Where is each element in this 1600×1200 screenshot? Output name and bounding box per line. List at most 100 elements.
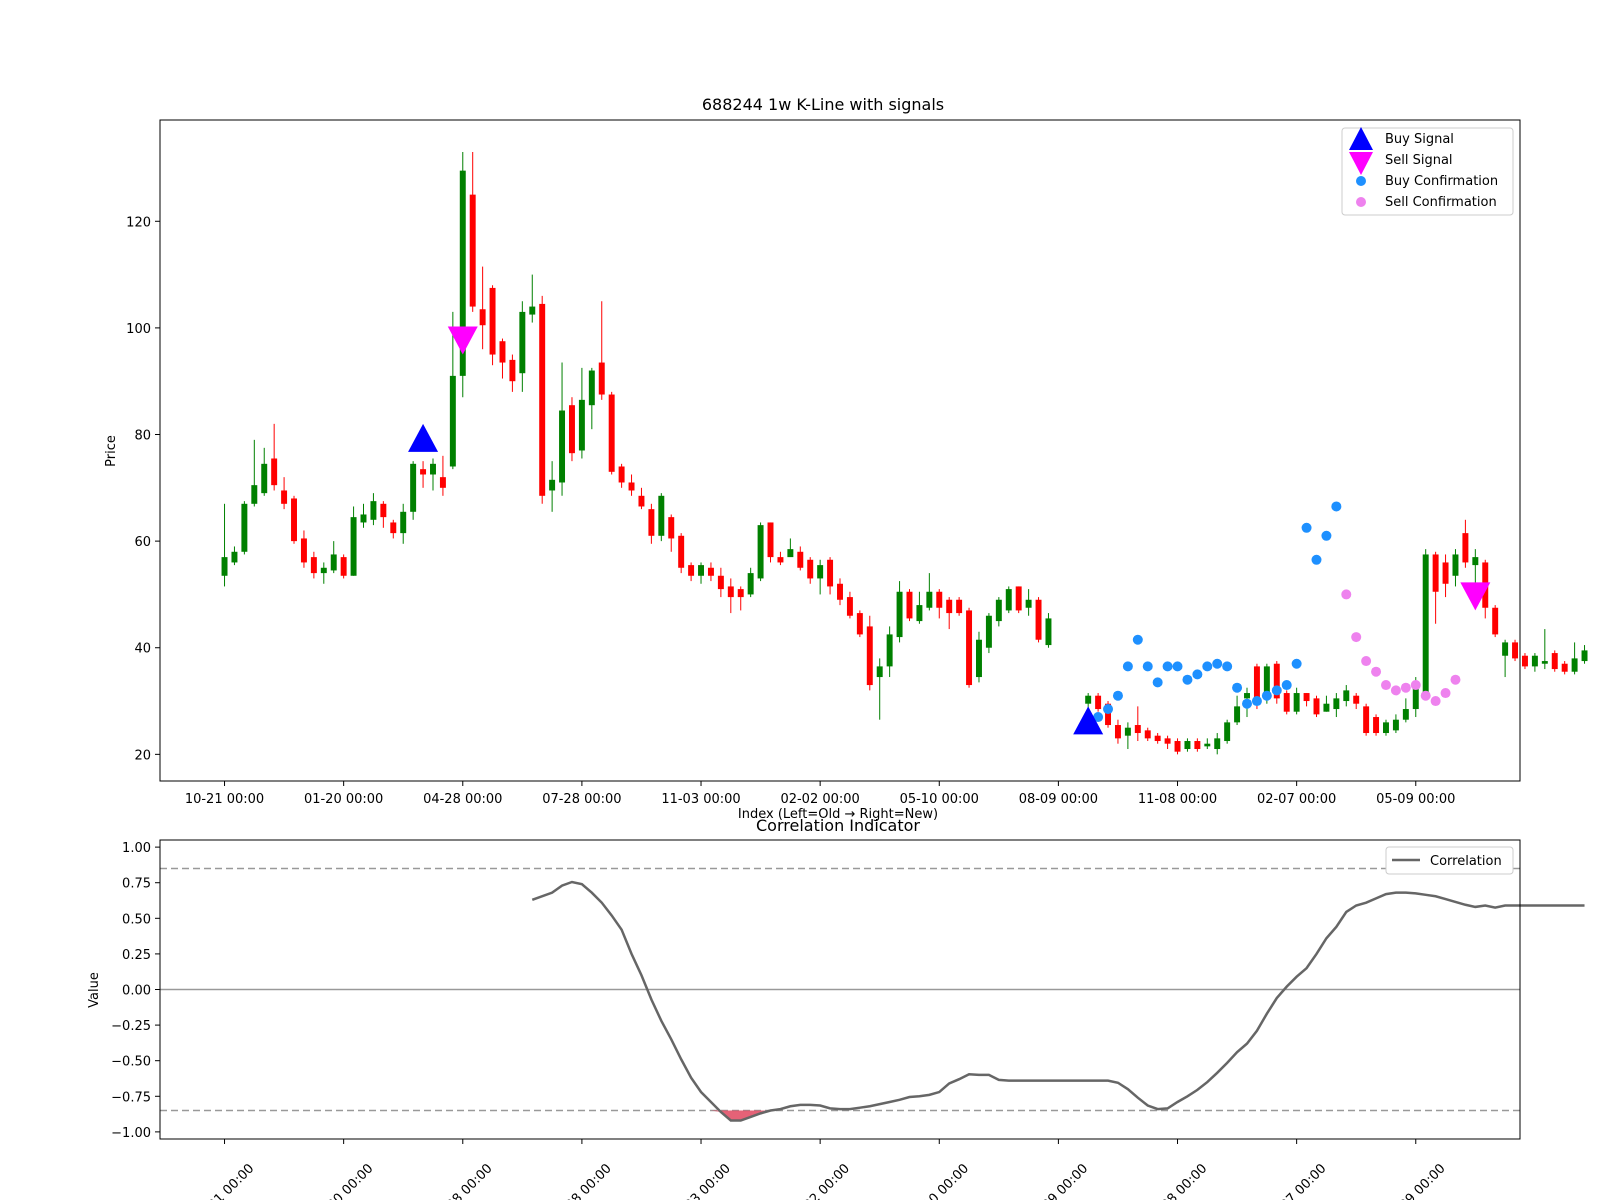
candle-body — [281, 490, 288, 504]
kline-legend: Buy Signal Sell Signal Buy Confirmation … — [1341, 127, 1514, 216]
candle-body — [618, 466, 625, 483]
candle-body — [1164, 738, 1171, 744]
candle-body — [1472, 557, 1479, 566]
kline-axes-ticks: 20 40 60 80 100 120 10-21 00:00 01-20 00:00 04-2… — [126, 215, 1455, 807]
buy-confirmation-point — [1142, 661, 1153, 672]
candle-body — [1383, 722, 1389, 734]
candle-body — [1452, 554, 1459, 576]
candle-body — [807, 559, 814, 579]
buy-confirmation-point — [1162, 661, 1173, 672]
candle-body — [479, 309, 486, 326]
kline-chart: 688244 1w K-Line with signals 20 40 60 80 10… — [104, 95, 1588, 822]
candle-body — [946, 599, 953, 614]
correlation-xtick-label: 09 00:00 — [1397, 1161, 1449, 1200]
correlation-ytick-label: −0.75 — [111, 1090, 151, 1105]
candle-body — [1204, 743, 1211, 747]
sell-confirmation-point — [1341, 589, 1352, 600]
candle-body — [638, 495, 645, 507]
candle-body — [985, 615, 992, 648]
kline-ytick-label: 80 — [134, 429, 151, 444]
buy-confirmation-point — [1132, 634, 1143, 645]
kline-xtick-label: 07-28 00:00 — [542, 792, 621, 807]
candle-body — [1432, 554, 1439, 592]
candle-body — [390, 522, 397, 534]
kline-ytick-label: 100 — [126, 322, 151, 337]
candle-body — [717, 575, 724, 590]
candle-body — [747, 573, 754, 595]
candle-body — [707, 567, 714, 576]
candle-body — [866, 626, 873, 686]
buy-confirmation-point — [1222, 661, 1233, 672]
correlation-ytick-label: −1.00 — [111, 1126, 151, 1141]
sell-confirmation-point — [1390, 685, 1401, 696]
candle-body — [856, 613, 863, 635]
candle-body — [1214, 738, 1221, 750]
legend-sell-confirmation-label: Sell Confirmation — [1385, 195, 1497, 210]
candle-body — [1154, 735, 1161, 742]
correlation-ytick-label: 0.50 — [122, 912, 151, 927]
candle-body — [1313, 698, 1320, 715]
kline-chart-title: 688244 1w K-Line with signals — [702, 95, 944, 114]
candle-body — [956, 599, 963, 614]
candle-body — [420, 469, 427, 475]
buy-confirmation-point — [1321, 530, 1332, 541]
candle-body — [1283, 693, 1290, 712]
candle-body — [489, 287, 496, 355]
correlation-xtick-label: 09 00:00 — [1040, 1161, 1092, 1200]
sell-confirmation-point — [1380, 680, 1391, 691]
candle-body — [727, 586, 734, 598]
correlation-ytick-label: 0.25 — [122, 948, 151, 963]
correlation-lines — [160, 867, 1585, 1122]
kline-ytick-label: 60 — [134, 535, 151, 550]
buy-confirmation-point — [1242, 698, 1253, 709]
buy-confirmation-point — [1281, 680, 1292, 691]
buy-confirmation-point — [1152, 677, 1163, 688]
correlation-xtick-label: 20 00:00 — [325, 1161, 377, 1200]
buy-confirmation-point — [1261, 690, 1272, 701]
candle-body — [876, 666, 883, 678]
kline-ylabel: Price — [104, 435, 119, 467]
candle-body — [400, 511, 407, 534]
correlation-xtick-label: 07 00:00 — [1278, 1161, 1330, 1200]
correlation-ytick-label: −0.50 — [111, 1055, 151, 1070]
candle-body — [1244, 693, 1250, 699]
candle-body — [837, 583, 843, 600]
candle-body — [1392, 719, 1399, 731]
candle-body — [1293, 693, 1300, 712]
candle-body — [380, 503, 387, 518]
sell-signal-marker — [447, 326, 478, 355]
candle-body — [777, 557, 784, 563]
candle-body — [559, 410, 566, 483]
candle-body — [221, 557, 228, 576]
kline-xtick-label: 05-10 00:00 — [900, 792, 979, 807]
candle-body — [271, 458, 278, 486]
correlation-chart: Correlation Indicator −1.00 −0.75 −0.50 −0.… — [87, 816, 1585, 1200]
buy-confirmation-point — [1212, 658, 1223, 669]
candle-body — [549, 479, 556, 491]
candle-body — [757, 525, 764, 579]
candle-body — [678, 535, 685, 568]
legend-buy-confirmation-label: Buy Confirmation — [1385, 174, 1498, 189]
kline-xtick-label: 01-20 00:00 — [304, 792, 383, 807]
candle-body — [1035, 599, 1042, 640]
buy-confirmation-point — [1112, 690, 1123, 701]
candle-body — [469, 194, 476, 307]
candle-body — [648, 509, 655, 536]
candle-body — [598, 362, 605, 395]
buy-confirmation-point — [1311, 554, 1322, 565]
buy-confirmation-point — [1202, 661, 1213, 672]
candle-body — [1134, 725, 1141, 734]
candle-body — [588, 370, 595, 406]
correlation-ytick-label: 0.75 — [122, 877, 151, 892]
candle-body — [410, 463, 417, 512]
buy-confirmation-point — [1182, 674, 1193, 685]
candle-body — [1015, 586, 1022, 611]
sell-confirmation-point — [1361, 656, 1372, 667]
candle-body — [340, 557, 347, 576]
candle-body — [1363, 706, 1370, 734]
candle-body — [1373, 717, 1380, 734]
legend-buy-confirmation-marker — [1356, 176, 1366, 186]
candle-body — [886, 634, 893, 667]
correlation-legend: Correlation — [1385, 846, 1514, 875]
candle-body — [1512, 642, 1519, 659]
